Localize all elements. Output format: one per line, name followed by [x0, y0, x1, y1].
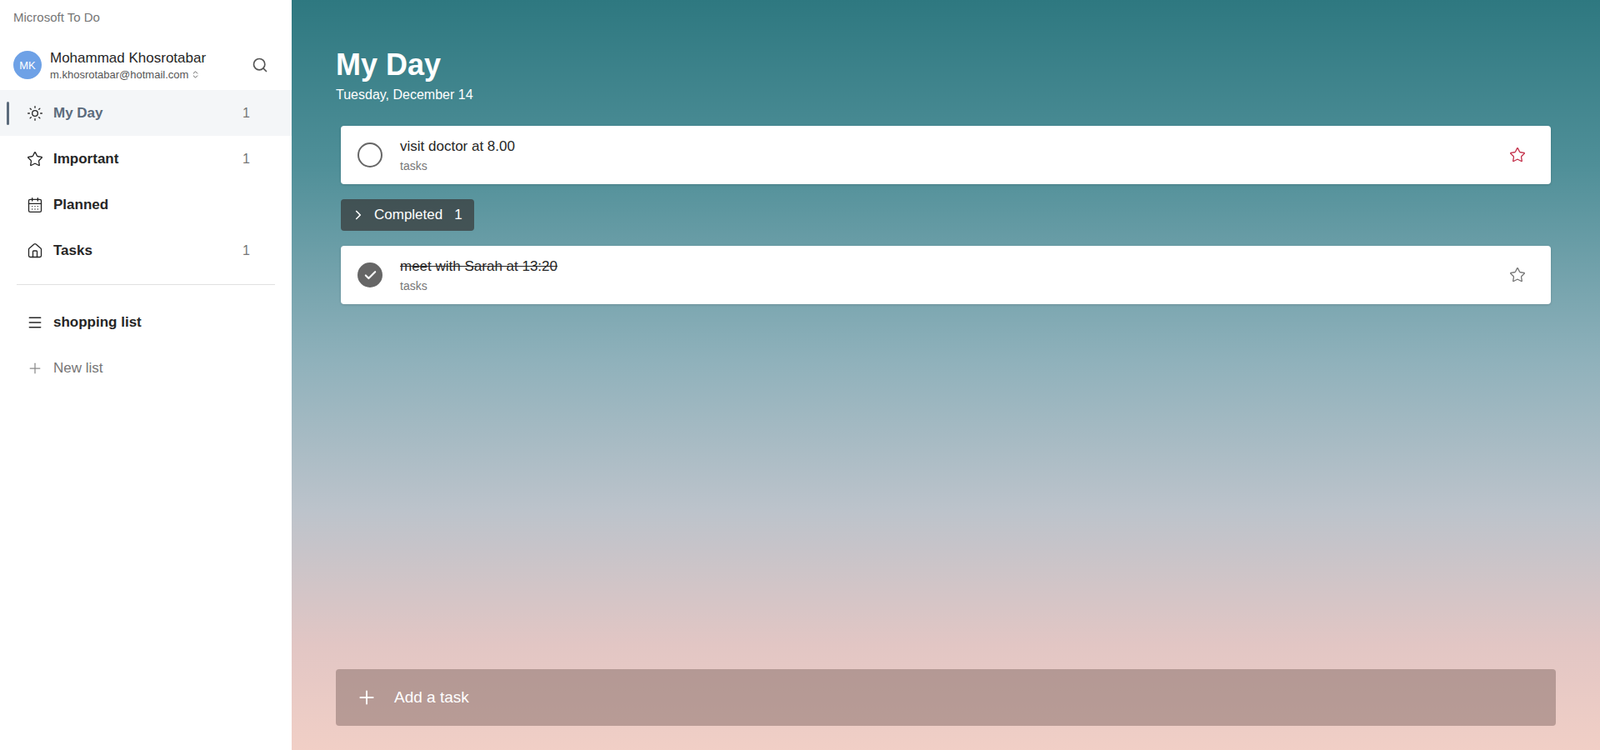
task-title: meet with Sarah at 13:20 [400, 258, 1492, 275]
importance-button[interactable] [1509, 146, 1526, 164]
app-window: Microsoft To Do MK Mohammad Khosrotabarm.k… [0, 0, 1600, 750]
sidebar-item-count: 1 [242, 105, 250, 121]
home-icon [26, 242, 44, 260]
page-date: Tuesday, December 14 [335, 86, 1556, 104]
new-list-label: New list [53, 360, 250, 377]
nav-list: My Day1Important1PlannedTasks1 [0, 90, 292, 274]
avatar[interactable]: MK [13, 50, 42, 80]
page-title: My Day [335, 46, 1556, 84]
app-title: Microsoft To Do [0, 0, 292, 29]
star-icon [1509, 266, 1526, 284]
task-text: visit doctor at 8.00 tasks [400, 138, 1492, 173]
selection-indicator [6, 101, 10, 125]
sidebar-item[interactable]: Tasks1 [0, 227, 292, 274]
task-checkbox[interactable] [357, 262, 383, 288]
chevron-icon [350, 207, 366, 223]
nav-icon-wrap [26, 360, 44, 377]
plus-icon [26, 360, 44, 377]
calendar-icon [26, 196, 44, 214]
nav-icon-wrap [26, 314, 44, 331]
nav-icon-wrap [26, 150, 44, 168]
sun-icon [26, 105, 44, 122]
account-email[interactable]: m.khosrotabar@hotmail.com [50, 68, 240, 81]
task-checkbox[interactable] [357, 142, 383, 168]
switch-account-icon [190, 70, 200, 80]
sidebar-item-label: Planned [53, 196, 250, 214]
sidebar-item-label: Tasks [53, 242, 243, 260]
list-icon [26, 314, 44, 331]
task-list-name: tasks [400, 279, 1492, 293]
custom-lists: shopping list New list [0, 299, 292, 391]
check-icon [363, 268, 378, 283]
task-list-name: tasks [400, 159, 1492, 173]
plus-icon [355, 686, 378, 709]
completed-label: Completed [374, 206, 443, 224]
new-list-button[interactable]: New list [0, 345, 292, 391]
nav-icon-wrap [26, 196, 44, 214]
star-icon [26, 150, 44, 168]
list-item[interactable]: shopping list [0, 299, 292, 345]
task-card[interactable]: visit doctor at 8.00 tasks [340, 125, 1551, 185]
search-icon [251, 56, 269, 74]
sidebar-item-count: 1 [242, 243, 250, 259]
search-button[interactable] [248, 53, 272, 77]
star-icon [1509, 146, 1526, 164]
add-task-placeholder: Add a task [394, 688, 470, 707]
add-task-input[interactable]: Add a task [335, 669, 1556, 726]
task-title: visit doctor at 8.00 [400, 138, 1492, 155]
account-name: Mohammad Khosrotabar [50, 50, 240, 67]
main-panel: My Day Tuesday, December 14 visit doctor a… [291, 0, 1600, 750]
completed-toggle[interactable]: Completed 1 [340, 199, 475, 231]
account-text: Mohammad Khosrotabarm.khosrotabar@hotmai… [50, 50, 240, 81]
importance-button[interactable] [1509, 266, 1526, 284]
nav-icon-wrap [26, 242, 44, 260]
sidebar-item-count: 1 [242, 151, 250, 167]
task-text: meet with Sarah at 13:20 tasks [400, 258, 1492, 293]
sidebar-item[interactable]: Important1 [0, 135, 292, 182]
sidebar-item[interactable]: My Day1 [0, 90, 292, 136]
sidebar-item-label: My Day [53, 105, 243, 122]
divider [16, 284, 275, 285]
task-list: visit doctor at 8.00 tasks Completed 1 meet … [340, 125, 1551, 305]
task-card[interactable]: meet with Sarah at 13:20 tasks [340, 245, 1551, 305]
account[interactable]: MK Mohammad Khosrotabarm.khosrotabar@hotm… [0, 28, 292, 87]
completed-count: 1 [454, 206, 462, 224]
sidebar-item-label: Important [53, 150, 243, 168]
sidebar-item[interactable]: Planned [0, 181, 292, 228]
list-item-label: shopping list [53, 314, 250, 331]
nav-icon-wrap [26, 105, 44, 122]
sidebar: Microsoft To Do MK Mohammad Khosrotabarm.k… [0, 0, 292, 750]
